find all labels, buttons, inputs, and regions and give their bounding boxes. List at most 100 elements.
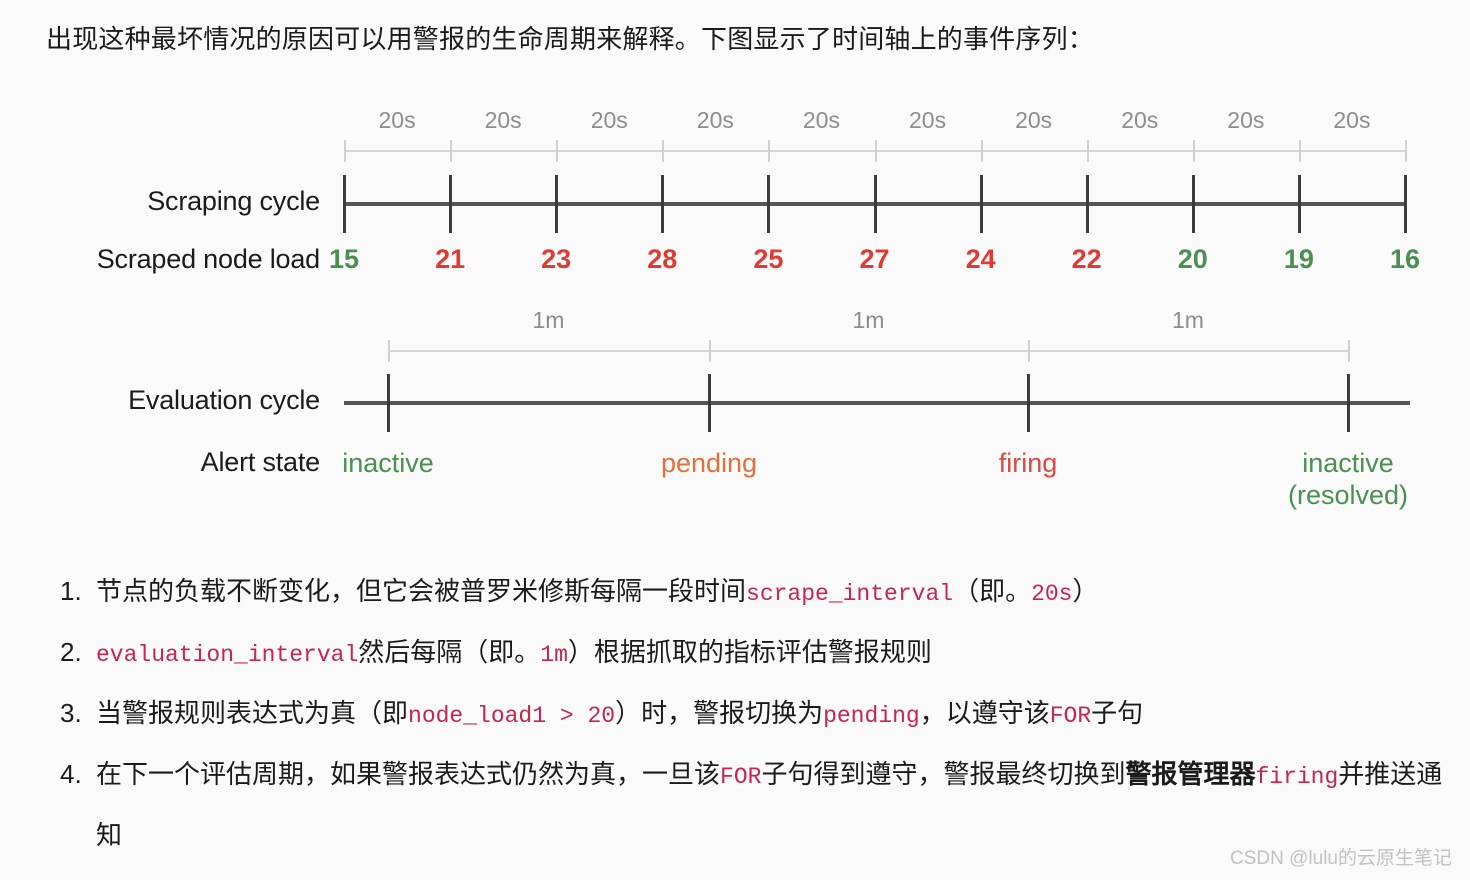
scrape-interval-caption: 20s [378,107,416,133]
scrape-ruler-tick [662,140,665,162]
alert-state-value: firing [918,447,1138,479]
scraping-axis-tick [343,175,346,233]
scrape-ruler-tick [1086,140,1089,162]
scrape-ruler-tick [556,140,559,162]
step-code-fragment: node_load1 > 20 [408,703,616,729]
step-code-fragment: FOR [1049,703,1092,729]
scrape-interval-caption: 20s [590,107,628,133]
scrape-ruler-tick [768,140,771,162]
step-code-fragment: firing [1255,764,1339,790]
scraping-axis-tick [1191,175,1195,233]
scraped-load-value: 27 [859,244,890,274]
evaluation-axis-tick [1347,374,1350,432]
eval-ruler-tick [388,340,390,362]
scraping-axis-tick [873,175,877,233]
alert-state-primary: firing [998,448,1058,478]
evaluation-axis-tick [708,374,711,432]
scraping-axis-tick [1085,175,1089,233]
step-text-fragment: 然后每隔（即。 [358,637,541,667]
step-code-fragment: 1m [540,642,568,668]
eval-ruler-tick [1028,340,1030,362]
step-number: 4. [60,759,82,789]
step-text-fragment: 在下一个评估周期，如果警报表达式仍然为真，一旦该 [96,759,721,789]
alert-lifecycle-timeline-diagram: Scraping cycle Scraped node load Evaluat… [0,95,1470,535]
evaluation-axis-line [344,401,1410,405]
scraped-load-value: 24 [965,244,996,274]
scrape-interval-caption: 20s [909,107,947,133]
scraped-load-value: 23 [541,244,572,274]
alert-state-primary: pending [660,448,758,478]
eval-interval-caption: 1m [1172,307,1204,333]
scraped-load-value: 16 [1389,244,1421,274]
scrape-ruler-tick [1192,140,1195,162]
scraping-axis-tick [555,175,559,233]
eval-interval-caption: 1m [852,307,885,333]
step-code-fragment: scrape_interval [746,581,954,607]
scrape-ruler-tick [450,140,453,162]
step-text-fragment: ）时，警报切换为 [615,698,824,728]
step-text-fragment: ）根据抓取的指标评估警报规则 [567,637,932,667]
step-text-fragment: 子句得到遵守，警报最终切换到 [761,759,1126,789]
scraped-node-load-label: Scraped node load [96,244,320,274]
scraped-load-value: 25 [753,244,784,274]
scraping-axis-tick [1404,175,1407,233]
scraped-load-value: 22 [1071,244,1102,274]
step-text-fragment: 子句 [1091,698,1144,728]
scraping-axis-tick [449,175,453,233]
eval-ruler-line [388,350,1348,352]
step-item: 3. 当警报规则表达式为真（即node_load1 > 20）时，警报切换为pen… [60,684,1450,745]
step-text-fragment: 节点的负载不断变化，但它会被普罗米修斯每隔一段时间 [96,576,747,606]
scraping-axis-tick [661,175,665,233]
evaluation-axis-tick [387,374,390,432]
scraped-load-value: 20 [1177,244,1208,274]
eval-ruler-tick [1348,340,1350,362]
scraped-load-value: 15 [328,244,360,274]
alert-state-secondary: (resolved) [1287,480,1409,510]
intro-paragraph: 出现这种最坏情况的原因可以用警报的生命周期来解释。下图显示了时间轴上的事件序列： [46,24,1095,54]
step-text-fragment: （即。 [953,576,1032,606]
step-code-fragment: evaluation_interval [96,642,359,668]
eval-interval-caption: 1m [532,307,565,333]
scraping-axis-tick [979,175,983,233]
scrape-ruler-tick [1405,140,1407,162]
alert-state-value: pending [599,447,819,479]
step-code-fragment: pending [823,703,920,729]
scrape-interval-caption: 20s [484,107,522,133]
step-item: 2. evaluation_interval然后每隔（即。1m）根据抓取的指标评估… [60,623,1450,684]
scrape-ruler-tick [344,140,346,162]
scraping-axis-tick [1297,175,1301,233]
step-text-fragment: ，以遵守该 [919,698,1050,728]
eval-ruler-tick [709,340,711,362]
step-number: 1. [60,576,82,606]
scrape-interval-caption: 20s [1015,107,1053,133]
scraped-load-value: 21 [435,244,466,274]
step-number: 3. [60,698,82,728]
step-text-fragment: ） [1072,576,1099,606]
scrape-interval-caption: 20s [696,107,734,133]
alert-state-value: inactive (resolved) [1238,447,1458,511]
scrape-ruler-tick [874,140,877,162]
step-number: 2. [60,637,82,667]
evaluation-cycle-label: Evaluation cycle [128,385,320,415]
watermark: CSDN @lulu的云原生笔记 [1230,848,1452,869]
scraped-load-value: 28 [647,244,678,274]
scrape-interval-caption: 20s [1227,107,1265,133]
step-code-fragment: 20s [1031,581,1073,607]
evaluation-axis-tick [1027,374,1030,432]
scraped-load-value: 19 [1283,244,1314,274]
steps-list: 1. 节点的负载不断变化，但它会被普罗米修斯每隔一段时间scrape_interv… [60,562,1450,864]
scrape-interval-caption: 20s [802,107,840,133]
alert-state-primary: inactive [342,448,434,478]
scrape-ruler-tick [980,140,983,162]
scrape-interval-caption: 20s [1121,107,1159,133]
step-text-fragment: 警报管理器 [1125,759,1256,789]
alert-state-primary: inactive [1302,448,1394,478]
alert-state-value: inactive [278,447,498,479]
step-code-fragment: FOR [720,764,762,790]
scraping-cycle-label: Scraping cycle [147,186,320,216]
step-item: 1. 节点的负载不断变化，但它会被普罗米修斯每隔一段时间scrape_interv… [60,562,1450,623]
scrape-interval-caption: 20s [1333,107,1371,133]
step-text-fragment: 当警报规则表达式为真（即 [96,698,409,728]
scraping-axis-tick [767,175,771,233]
scrape-ruler-tick [1298,140,1301,162]
